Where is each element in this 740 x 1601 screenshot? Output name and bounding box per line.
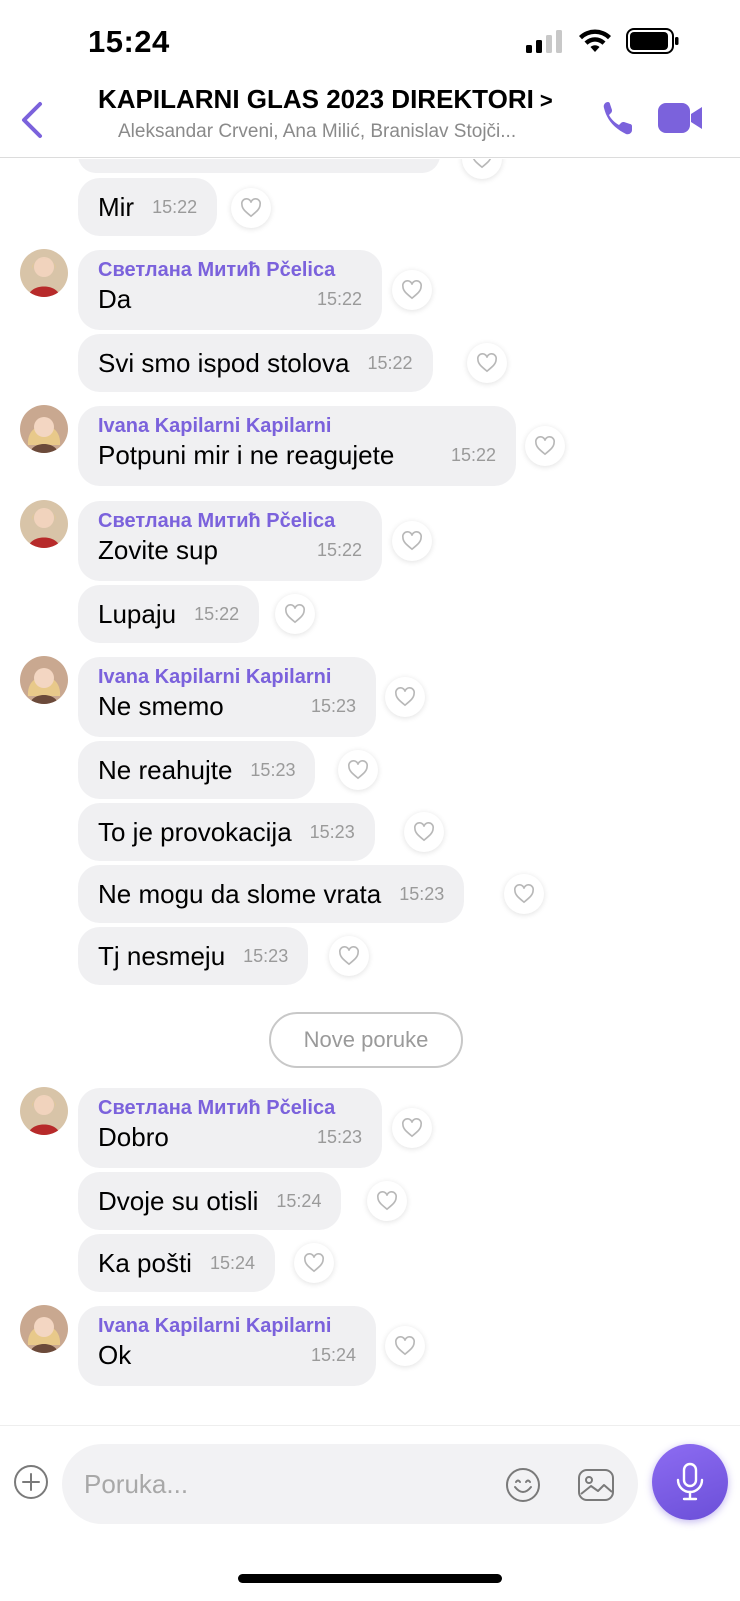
heart-icon[interactable] [329, 936, 369, 976]
heart-icon[interactable] [392, 521, 432, 561]
message-bubble-partial [78, 159, 440, 173]
message-composer [0, 1425, 740, 1545]
sender-name[interactable]: Светлана Митић Pčelica [98, 258, 362, 282]
heart-icon[interactable] [367, 1181, 407, 1221]
gallery-icon[interactable] [576, 1466, 616, 1504]
heart-icon[interactable] [392, 270, 432, 310]
message-text: Zovite sup [98, 535, 218, 565]
heart-icon[interactable] [385, 1326, 425, 1366]
message-text: Ka pošti [98, 1248, 192, 1278]
message-bubble[interactable]: Светлана Митић Pčelica Dobro 15:23 [78, 1088, 382, 1168]
avatar[interactable] [20, 500, 68, 548]
new-messages-divider: Nove poruke [269, 1012, 463, 1068]
heart-icon[interactable] [525, 426, 565, 466]
chat-header: KAPILARNI GLAS 2023 DIREKTORI > Aleksanda… [0, 80, 740, 158]
sender-name[interactable]: Светлана Митић Pčelica [98, 1096, 362, 1120]
message-input-container[interactable] [62, 1444, 638, 1524]
message-text: Ne mogu da slome vrata [98, 879, 382, 909]
status-bar: 15:24 [0, 0, 740, 80]
message-text: Mir [98, 192, 135, 222]
emoji-icon[interactable] [504, 1466, 542, 1504]
battery-icon [626, 28, 679, 54]
heart-icon[interactable] [467, 343, 507, 383]
message-time: 15:24 [276, 1190, 322, 1211]
message-bubble[interactable]: Светлана Митић Pčelica Da 15:22 [78, 250, 382, 330]
chat-participants: Aleksandar Crveni, Ana Milić, Branislav … [118, 121, 517, 142]
message-bubble[interactable]: To je provokacija 15:23 [78, 803, 375, 861]
wifi-icon [579, 29, 611, 52]
message-text: Dobro [98, 1122, 169, 1152]
message-text: Ok [98, 1340, 132, 1370]
message-bubble[interactable]: Tj nesmeju 15:23 [78, 927, 309, 985]
avatar[interactable] [20, 1087, 68, 1135]
message-time: 15:22 [367, 352, 413, 373]
message-input[interactable] [84, 1464, 464, 1504]
message-text: Potpuni mir i ne reagujete [98, 440, 395, 470]
status-icons [526, 28, 680, 54]
message-text: Ne smemo [98, 691, 224, 721]
chat-title-block[interactable]: KAPILARNI GLAS 2023 DIREKTORI > Aleksanda… [98, 84, 578, 143]
heart-icon[interactable] [231, 188, 271, 228]
message-time: 15:23 [316, 1126, 362, 1147]
avatar[interactable] [20, 405, 68, 453]
message-time: 15:23 [243, 945, 289, 966]
sender-name[interactable]: Ivana Kapilarni Kapilarni [98, 665, 356, 689]
message-time: 15:24 [310, 1344, 356, 1365]
sender-name[interactable]: Ivana Kapilarni Kapilarni [98, 1314, 356, 1338]
message-bubble[interactable]: Mir 15:22 [78, 178, 218, 236]
sender-name[interactable]: Ivana Kapilarni Kapilarni [98, 414, 496, 438]
back-arrow-icon[interactable] [14, 98, 50, 142]
microphone-icon [676, 1462, 704, 1501]
message-bubble[interactable]: Ne mogu da slome vrata 15:23 [78, 865, 465, 923]
message-text: Lupaju [98, 599, 177, 629]
heart-icon[interactable] [338, 750, 378, 790]
message-time: 15:22 [152, 196, 198, 217]
message-bubble[interactable]: Dvoje su otisli 15:24 [78, 1172, 342, 1230]
message-text: Da [98, 284, 132, 314]
message-bubble[interactable]: Svi smo ispod stolova 15:22 [78, 334, 433, 392]
avatar[interactable] [20, 1305, 68, 1353]
heart-icon[interactable] [462, 159, 502, 179]
message-list[interactable]: Mir 15:22 Светлана Митић Pčelica Da 15:2… [0, 159, 740, 1425]
heart-icon[interactable] [392, 1108, 432, 1148]
heart-icon[interactable] [504, 874, 544, 914]
message-bubble[interactable]: Ivana Kapilarni Kapilarni Ok 15:24 [78, 1306, 376, 1386]
message-time: 15:23 [250, 759, 296, 780]
message-time: 15:23 [309, 821, 355, 842]
message-bubble[interactable]: Lupaju 15:22 [78, 585, 260, 643]
chat-title[interactable]: KAPILARNI GLAS 2023 DIREKTORI > [98, 84, 578, 115]
message-text: Tj nesmeju [98, 941, 226, 971]
message-time: 15:24 [209, 1252, 255, 1273]
message-bubble[interactable]: Ivana Kapilarni Kapilarni Potpuni mir i … [78, 406, 516, 486]
message-time: 15:22 [316, 288, 362, 309]
heart-icon[interactable] [275, 594, 315, 634]
message-bubble[interactable]: Ne reahujte 15:23 [78, 741, 316, 799]
message-time: 15:22 [194, 603, 240, 624]
message-time: 15:22 [316, 539, 362, 560]
message-text: Ne reahujte [98, 755, 233, 785]
sender-name[interactable]: Светлана Митић Pčelica [98, 509, 362, 533]
heart-icon[interactable] [404, 812, 444, 852]
plus-icon[interactable] [13, 1464, 49, 1500]
message-time: 15:23 [399, 883, 445, 904]
avatar[interactable] [20, 249, 68, 297]
home-indicator [238, 1574, 502, 1583]
message-bubble[interactable]: Ivana Kapilarni Kapilarni Ne smemo 15:23 [78, 657, 376, 737]
chevron-right-icon: > [539, 88, 553, 113]
cellular-signal-icon [526, 30, 562, 53]
message-time: 15:22 [450, 444, 496, 465]
microphone-button[interactable] [652, 1444, 728, 1520]
video-camera-icon[interactable] [656, 100, 704, 136]
phone-icon[interactable] [600, 98, 636, 138]
message-bubble[interactable]: Светлана Митић Pčelica Zovite sup 15:22 [78, 501, 382, 581]
message-time: 15:23 [310, 695, 356, 716]
message-text: To je provokacija [98, 817, 292, 847]
avatar[interactable] [20, 656, 68, 704]
message-bubble[interactable]: Ka pošti 15:24 [78, 1234, 275, 1292]
message-text: Svi smo ispod stolova [98, 348, 350, 378]
heart-icon[interactable] [294, 1243, 334, 1283]
message-text: Dvoje su otisli [98, 1186, 259, 1216]
heart-icon[interactable] [385, 677, 425, 717]
status-time: 15:24 [88, 24, 170, 59]
